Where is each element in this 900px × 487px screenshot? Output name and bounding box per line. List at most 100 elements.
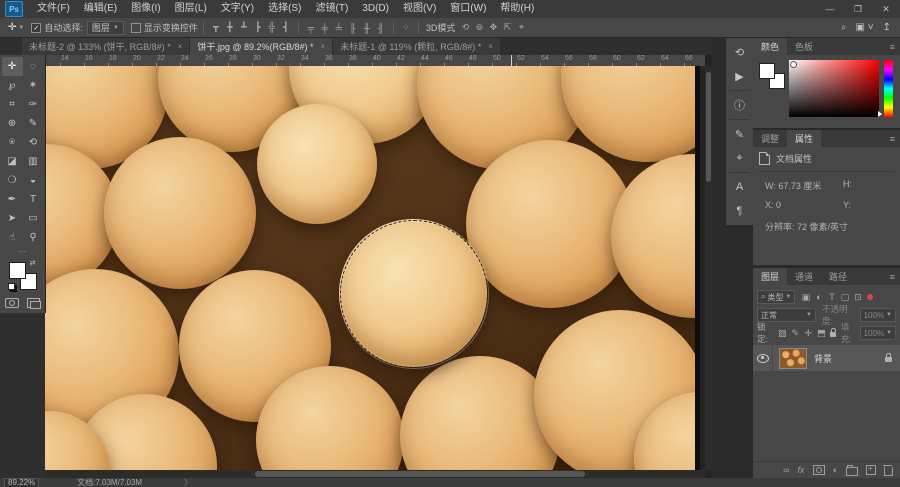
lock-transparent-icon[interactable]: ▨: [776, 328, 789, 339]
vertical-scrollbar-thumb[interactable]: [706, 72, 711, 182]
history-panel-icon[interactable]: ⟲: [726, 40, 753, 64]
properties-tab-0[interactable]: 调整: [753, 130, 787, 147]
foreground-color-swatch[interactable]: [759, 63, 775, 79]
layers-tab-2[interactable]: 路径: [821, 268, 855, 285]
marquee-tool[interactable]: ◌: [23, 57, 44, 76]
marching-ants-selection[interactable]: [340, 220, 488, 368]
lock-move-icon[interactable]: ✛: [802, 328, 815, 339]
width-field[interactable]: W: 67.73 厘米: [765, 179, 843, 192]
close-button[interactable]: ✕: [872, 0, 900, 18]
layer-thumbnail[interactable]: [779, 347, 807, 369]
share-icon[interactable]: ↥: [883, 22, 891, 33]
auto-select-checkbox[interactable]: ✓: [31, 22, 42, 33]
history-brush-tool[interactable]: ⟲: [23, 133, 44, 152]
layer-visibility-toggle[interactable]: [753, 345, 773, 371]
color-tab-0[interactable]: 颜色: [753, 38, 788, 55]
opacity-field[interactable]: 100% ▼: [859, 308, 896, 322]
minimize-button[interactable]: —: [816, 0, 844, 18]
show-transform-checkbox[interactable]: [130, 22, 141, 33]
tab-close-icon[interactable]: ×: [321, 42, 326, 51]
filter-type-layers-icon[interactable]: T: [825, 292, 838, 303]
hand-tool[interactable]: ☝: [2, 228, 23, 247]
menu-item-3[interactable]: 图层(L): [168, 0, 214, 18]
vertical-scrollbar[interactable]: [705, 66, 712, 470]
3d-camera-icon[interactable]: ⌖: [514, 22, 528, 33]
3d-slide-icon[interactable]: ⇱: [500, 22, 514, 33]
filter-pixel-layers-icon[interactable]: ▣: [799, 292, 812, 303]
pen-tool[interactable]: ✒: [2, 190, 23, 209]
link-layers-icon[interactable]: ∞: [783, 465, 789, 475]
menu-item-8[interactable]: 视图(V): [396, 0, 443, 18]
panel-color-swatches[interactable]: [759, 63, 785, 89]
new-group-icon[interactable]: [846, 464, 858, 476]
brush-settings-panel-icon[interactable]: ✎: [726, 122, 753, 146]
healing-brush-tool[interactable]: ⊕: [2, 114, 23, 133]
menu-item-4[interactable]: 文字(Y): [214, 0, 261, 18]
zoom-tool[interactable]: ⚲: [23, 228, 44, 247]
blur-tool[interactable]: ❍: [2, 171, 23, 190]
menu-item-7[interactable]: 3D(D): [355, 0, 396, 18]
lock-paint-icon[interactable]: ✎: [789, 328, 802, 339]
auto-select-dropdown[interactable]: 图层 ▼: [86, 20, 124, 35]
distribute-spacing-icon[interactable]: ⁘: [399, 22, 413, 33]
hue-slider[interactable]: [884, 60, 893, 117]
gradient-tool[interactable]: ▥: [23, 152, 44, 171]
distribute-hcenter-icon[interactable]: ╫: [360, 23, 374, 33]
eraser-tool[interactable]: ◪: [2, 152, 23, 171]
layers-tab-0[interactable]: 图层: [753, 268, 788, 285]
zoom-level-field[interactable]: 89.22%: [4, 477, 40, 487]
document-tab-1[interactable]: 饼干.jpg @ 89.2%(RGB/8#) * ×: [190, 37, 333, 55]
menu-item-9[interactable]: 窗口(W): [443, 0, 493, 18]
clone-source-panel-icon[interactable]: ⌖: [726, 146, 753, 170]
distribute-top-icon[interactable]: ╤: [304, 23, 318, 33]
filter-adjustment-layers-icon[interactable]: ◐: [812, 292, 825, 303]
fill-field[interactable]: 100% ▼: [859, 326, 897, 340]
path-select-tool[interactable]: ➤: [2, 209, 23, 228]
tab-close-icon[interactable]: ×: [178, 42, 183, 51]
character-panel-icon[interactable]: A: [726, 175, 753, 199]
shape-tool[interactable]: ▭: [23, 209, 44, 228]
layers-panel-menu-icon[interactable]: ≡: [890, 268, 900, 285]
filter-toggle[interactable]: [867, 294, 874, 300]
search-icon[interactable]: ⌕: [841, 22, 847, 33]
menu-item-6[interactable]: 滤镜(T): [309, 0, 356, 18]
layer-style-icon[interactable]: fx: [798, 465, 805, 475]
swap-colors-icon[interactable]: ⇄: [30, 259, 36, 267]
distribute-left-icon[interactable]: ╟: [346, 23, 360, 33]
current-tool-chip[interactable]: ✛ ▼: [8, 22, 24, 33]
properties-tab-1[interactable]: 属性: [787, 130, 822, 147]
saturation-brightness-field[interactable]: [789, 60, 879, 117]
menu-item-5[interactable]: 选择(S): [261, 0, 308, 18]
layer-row-background[interactable]: 背景: [753, 345, 900, 371]
align-right-icon[interactable]: ┫: [279, 22, 293, 33]
lasso-tool[interactable]: ℘: [2, 76, 23, 95]
brush-tool[interactable]: ✎: [23, 114, 44, 133]
menu-item-10[interactable]: 帮助(H): [493, 0, 541, 18]
distribute-right-icon[interactable]: ╢: [374, 23, 388, 33]
tab-close-icon[interactable]: ×: [488, 42, 493, 51]
new-layer-icon[interactable]: [866, 464, 876, 475]
lock-artboard-icon[interactable]: ⬒: [815, 328, 828, 339]
info-panel-icon[interactable]: ⓘ: [726, 93, 753, 117]
3d-pan-icon[interactable]: ✥: [486, 22, 500, 33]
color-swatch-widget[interactable]: ⇄: [7, 259, 37, 290]
foreground-color-swatch[interactable]: [8, 262, 26, 279]
type-tool[interactable]: T: [23, 190, 44, 209]
horizontal-scrollbar-thumb[interactable]: [255, 471, 585, 477]
delete-layer-icon[interactable]: [883, 464, 893, 476]
align-vertical-center-icon[interactable]: ╋: [223, 22, 237, 33]
3d-orbit-icon[interactable]: ⟲: [458, 22, 472, 33]
edit-toolbar-button[interactable]: ···: [0, 247, 45, 257]
align-left-icon[interactable]: ┣: [251, 22, 265, 33]
screen-mode-button[interactable]: [27, 298, 41, 309]
y-field[interactable]: Y:: [843, 200, 900, 210]
distribute-vcenter-icon[interactable]: ╪: [318, 23, 332, 33]
cookies-photo[interactable]: [45, 66, 700, 470]
color-picker-marker[interactable]: [790, 61, 797, 68]
restore-button[interactable]: ❐: [844, 0, 872, 18]
lock-all-icon[interactable]: [829, 328, 836, 337]
adjustment-layer-icon[interactable]: ◐: [833, 465, 838, 475]
align-top-icon[interactable]: ┳: [209, 22, 223, 33]
properties-panel-menu-icon[interactable]: ≡: [890, 130, 900, 147]
hue-slider-marker[interactable]: [878, 111, 882, 117]
